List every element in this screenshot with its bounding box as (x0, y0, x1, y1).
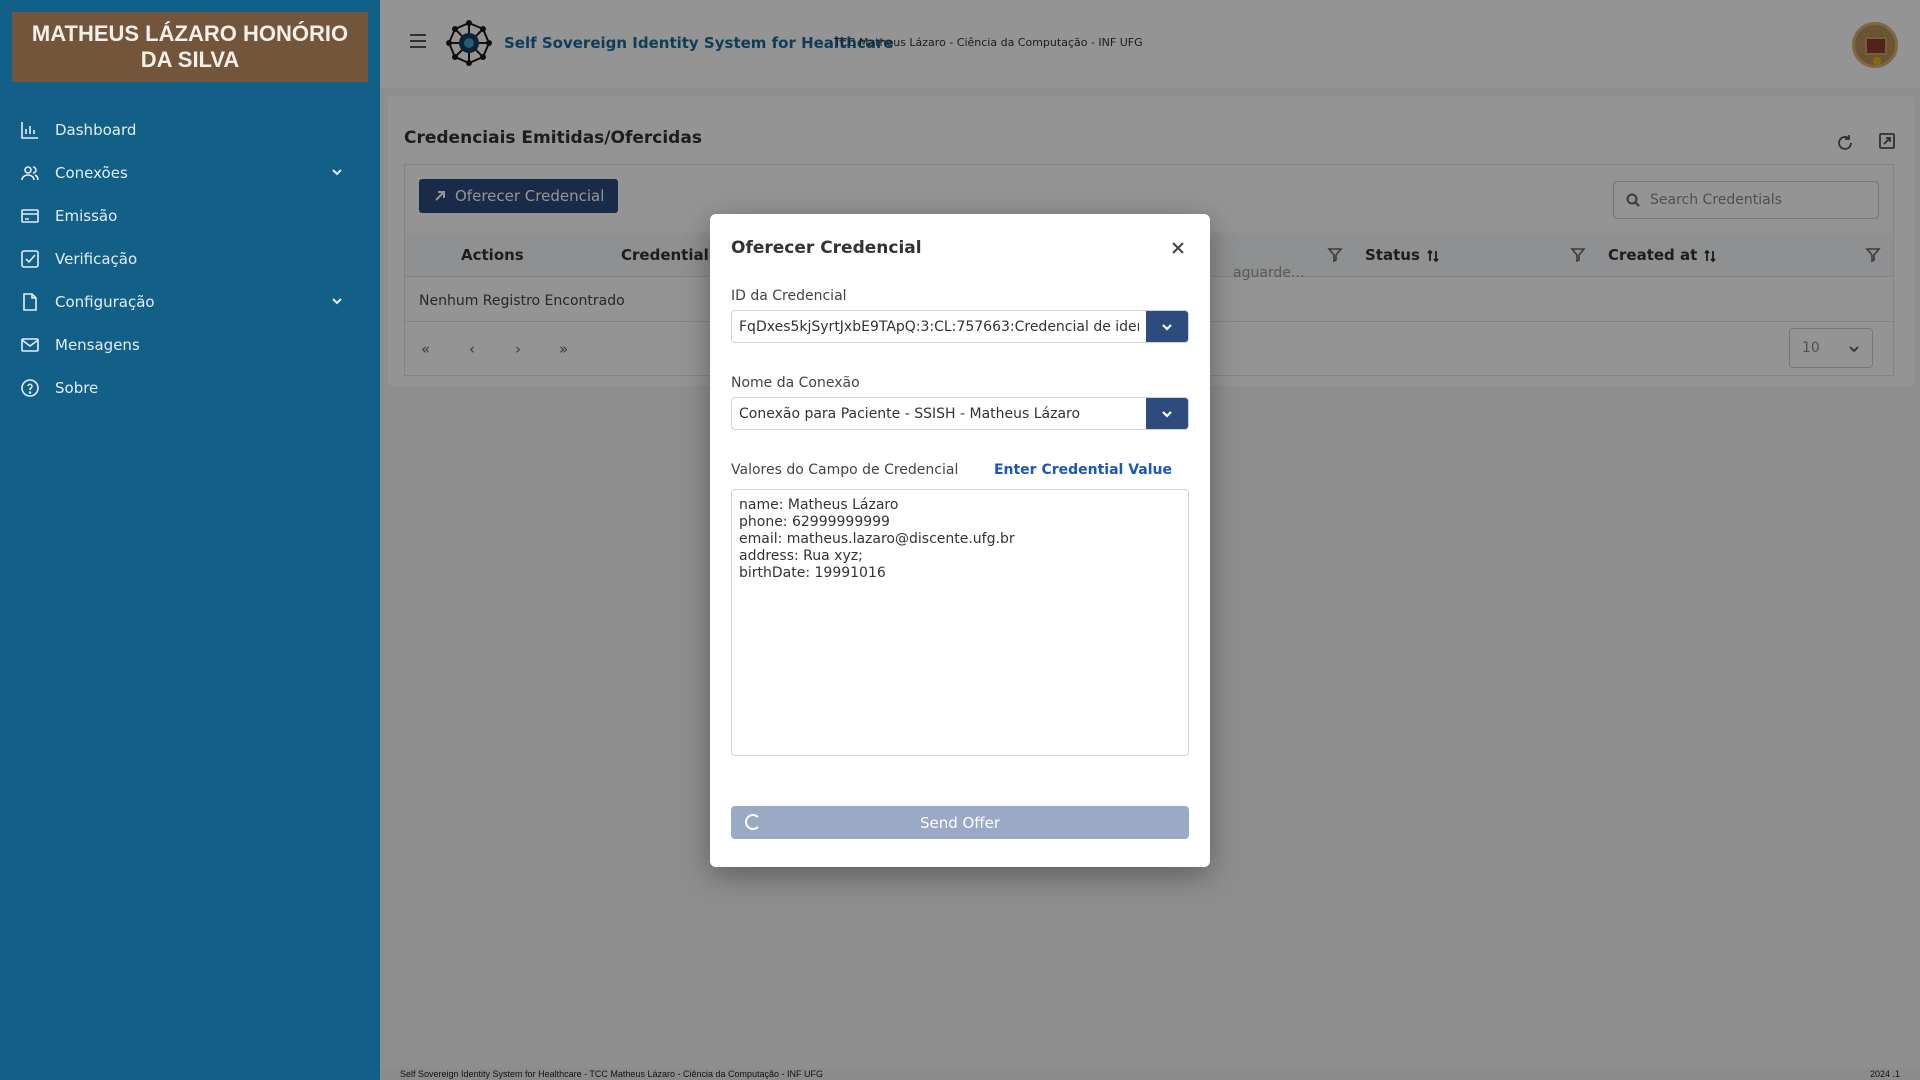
sidebar-item-emissao[interactable]: Emissão (0, 194, 380, 237)
sidebar-item-conexoes[interactable]: Conexões (0, 151, 380, 194)
credential-id-value: FqDxes5kjSyrtJxbE9TApQ:3:CL:757663:Crede… (739, 319, 1139, 335)
sidebar-item-dashboard[interactable]: Dashboard (0, 108, 380, 151)
help-circle-icon (21, 378, 39, 397)
card-icon (21, 208, 39, 223)
file-icon (23, 292, 37, 311)
sidebar-item-label: Conexões (55, 163, 128, 182)
loading-spinner-icon (745, 814, 761, 830)
users-icon (21, 165, 39, 180)
sidebar-item-label: Configuração (55, 292, 155, 311)
sidebar-nav: Dashboard Conexões Emissão Verificação C… (0, 108, 380, 409)
chevron-down-icon (332, 169, 342, 176)
sidebar-item-configuracao[interactable]: Configuração (0, 280, 380, 323)
user-name-banner: MATHEUS LÁZARO HONÓRIO DA SILVA (12, 12, 368, 82)
credential-values-label: Valores do Campo de Credencial (731, 462, 959, 478)
enter-credential-value-link[interactable]: Enter Credential Value (994, 462, 1172, 478)
sidebar-item-label: Verificação (55, 249, 138, 268)
credential-id-label: ID da Credencial (731, 288, 847, 304)
chevron-down-icon (1162, 324, 1172, 331)
sidebar-item-verificacao[interactable]: Verificação (0, 237, 380, 280)
credential-values-textarea[interactable]: name: Matheus Lázaro phone: 62999999999 … (731, 489, 1189, 756)
connection-dropdown-button[interactable] (1146, 398, 1188, 429)
connection-label: Nome da Conexão (731, 375, 860, 391)
send-offer-button[interactable]: Send Offer (731, 806, 1189, 839)
dialog-title: Oferecer Credencial (731, 238, 922, 258)
sidebar: MATHEUS LÁZARO HONÓRIO DA SILVA Dashboar… (0, 0, 380, 1080)
connection-value: Conexão para Paciente - SSISH - Matheus … (739, 406, 1081, 422)
send-offer-label: Send Offer (919, 813, 1001, 832)
sidebar-item-label: Sobre (55, 378, 99, 397)
sidebar-item-label: Dashboard (55, 120, 137, 139)
mail-icon (21, 337, 39, 352)
credential-id-dropdown-button[interactable] (1146, 311, 1188, 342)
chevron-down-icon (1162, 411, 1172, 418)
chart-icon (21, 121, 38, 139)
chevron-down-icon (332, 298, 342, 305)
offer-credential-dialog: Oferecer Credencial ID da Credencial FqD… (710, 214, 1210, 867)
connection-dropdown[interactable]: Conexão para Paciente - SSISH - Matheus … (731, 397, 1189, 430)
close-icon[interactable] (1170, 240, 1186, 256)
sidebar-item-mensagens[interactable]: Mensagens (0, 323, 380, 366)
sidebar-item-sobre[interactable]: Sobre (0, 366, 380, 409)
checkbox-icon (21, 249, 39, 268)
sidebar-item-label: Mensagens (55, 335, 140, 354)
credential-id-dropdown[interactable]: FqDxes5kjSyrtJxbE9TApQ:3:CL:757663:Crede… (731, 310, 1189, 343)
sidebar-item-label: Emissão (55, 206, 118, 225)
